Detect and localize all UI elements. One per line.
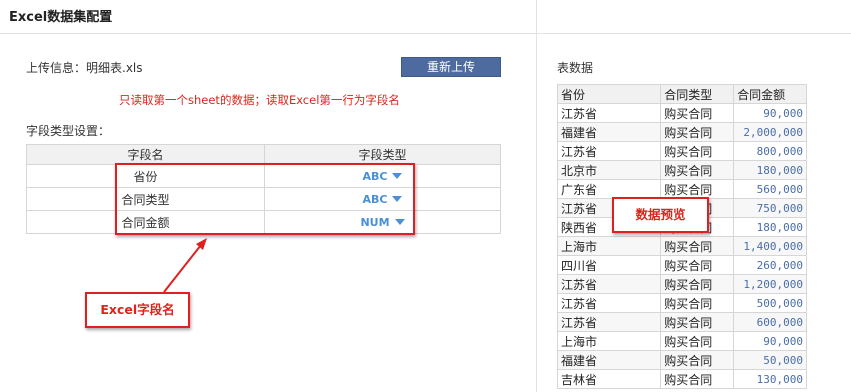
contract-type-cell: 购买合同 (660, 274, 735, 294)
contract-type-cell: 购买合同 (660, 255, 735, 275)
contract-type-cell: 购买合同 (660, 236, 735, 256)
province-cell: 江苏省 (557, 103, 662, 123)
table-row: 江苏省 购买合同 90,000 (557, 103, 807, 123)
province-cell: 江苏省 (557, 293, 662, 313)
contract-amount-cell: 1,200,000 (733, 274, 807, 294)
table-row: 江苏省 购买合同 1,200,000 (557, 274, 807, 294)
province-cell: 广东省 (557, 179, 662, 199)
contract-type-cell: 购买合同 (660, 293, 735, 313)
table-row: 上海市 购买合同 90,000 (557, 331, 807, 351)
title-bar: Excel数据集配置 (0, 0, 536, 34)
contract-amount-cell: 1,400,000 (733, 236, 807, 256)
contract-type-cell: 购买合同 (660, 103, 735, 123)
highlight-box (115, 163, 415, 235)
read-notice: 只读取第一个sheet的数据；读取Excel第一行为字段名 (119, 93, 400, 107)
data-preview-table: 省份 合同类型 合同金额 江苏省 购买合同 90,000 福建省 购买合同 2,000,0… (557, 84, 807, 389)
panel-divider (536, 0, 537, 392)
contract-type-cell: 购买合同 (660, 350, 735, 370)
table-row: 广东省 购买合同 560,000 (557, 179, 807, 199)
table-row: 江苏省 购买合同 800,000 (557, 141, 807, 161)
contract-type-cell: 购买合同 (660, 160, 735, 180)
contract-type-cell: 购买合同 (660, 179, 735, 199)
contract-amount-cell: 130,000 (733, 369, 807, 389)
province-cell: 江苏省 (557, 274, 662, 294)
province-cell: 福建省 (557, 350, 662, 370)
table-row: 福建省 购买合同 2,000,000 (557, 122, 807, 142)
column-header-province: 省份 (557, 84, 662, 104)
province-cell: 江苏省 (557, 312, 662, 332)
contract-amount-cell: 260,000 (733, 255, 807, 275)
contract-type-cell: 购买合同 (660, 369, 735, 389)
reupload-button[interactable]: 重新上传 (401, 57, 501, 77)
table-row: 上海市 购买合同 1,400,000 (557, 236, 807, 256)
contract-amount-cell: 180,000 (733, 160, 807, 180)
contract-type-cell: 购买合同 (660, 331, 735, 351)
excel-field-name-callout: Excel字段名 (85, 292, 190, 328)
page-title: Excel数据集配置 (9, 10, 113, 25)
contract-type-cell: 购买合同 (660, 141, 735, 161)
province-cell: 北京市 (557, 160, 662, 180)
table-data-label: 表数据 (557, 61, 594, 75)
field-type-settings-label: 字段类型设置： (26, 124, 111, 138)
column-header-contract-type: 合同类型 (660, 84, 735, 104)
province-cell: 吉林省 (557, 369, 662, 389)
contract-amount-cell: 800,000 (733, 141, 807, 161)
table-row: 福建省 购买合同 50,000 (557, 350, 807, 370)
contract-type-cell: 购买合同 (660, 122, 735, 142)
contract-amount-cell: 90,000 (733, 103, 807, 123)
contract-amount-cell: 560,000 (733, 179, 807, 199)
table-row: 吉林省 购买合同 130,000 (557, 369, 807, 389)
data-preview-callout: 数据预览 (612, 197, 709, 233)
province-cell: 四川省 (557, 255, 662, 275)
data-preview-table-container[interactable]: 省份 合同类型 合同金额 江苏省 购买合同 90,000 福建省 购买合同 2,000,0… (557, 84, 807, 392)
province-cell: 江苏省 (557, 141, 662, 161)
right-panel-header (537, 0, 851, 34)
province-cell: 上海市 (557, 331, 662, 351)
column-header-field-type: 字段类型 (264, 144, 501, 165)
contract-amount-cell: 180,000 (733, 217, 807, 237)
contract-amount-cell: 2,000,000 (733, 122, 807, 142)
contract-amount-cell: 600,000 (733, 312, 807, 332)
contract-amount-cell: 90,000 (733, 331, 807, 351)
table-row: 北京市 购买合同 180,000 (557, 160, 807, 180)
contract-amount-cell: 750,000 (733, 198, 807, 218)
table-row: 江苏省 购买合同 600,000 (557, 312, 807, 332)
table-row: 江苏省 购买合同 500,000 (557, 293, 807, 313)
table-row: 四川省 购买合同 260,000 (557, 255, 807, 275)
contract-type-cell: 购买合同 (660, 312, 735, 332)
contract-amount-cell: 500,000 (733, 293, 807, 313)
column-header-field-name: 字段名 (26, 144, 265, 165)
contract-amount-cell: 50,000 (733, 350, 807, 370)
province-cell: 福建省 (557, 122, 662, 142)
province-cell: 上海市 (557, 236, 662, 256)
column-header-contract-amount: 合同金额 (733, 84, 807, 104)
upload-info: 上传信息：明细表.xls (26, 61, 143, 75)
